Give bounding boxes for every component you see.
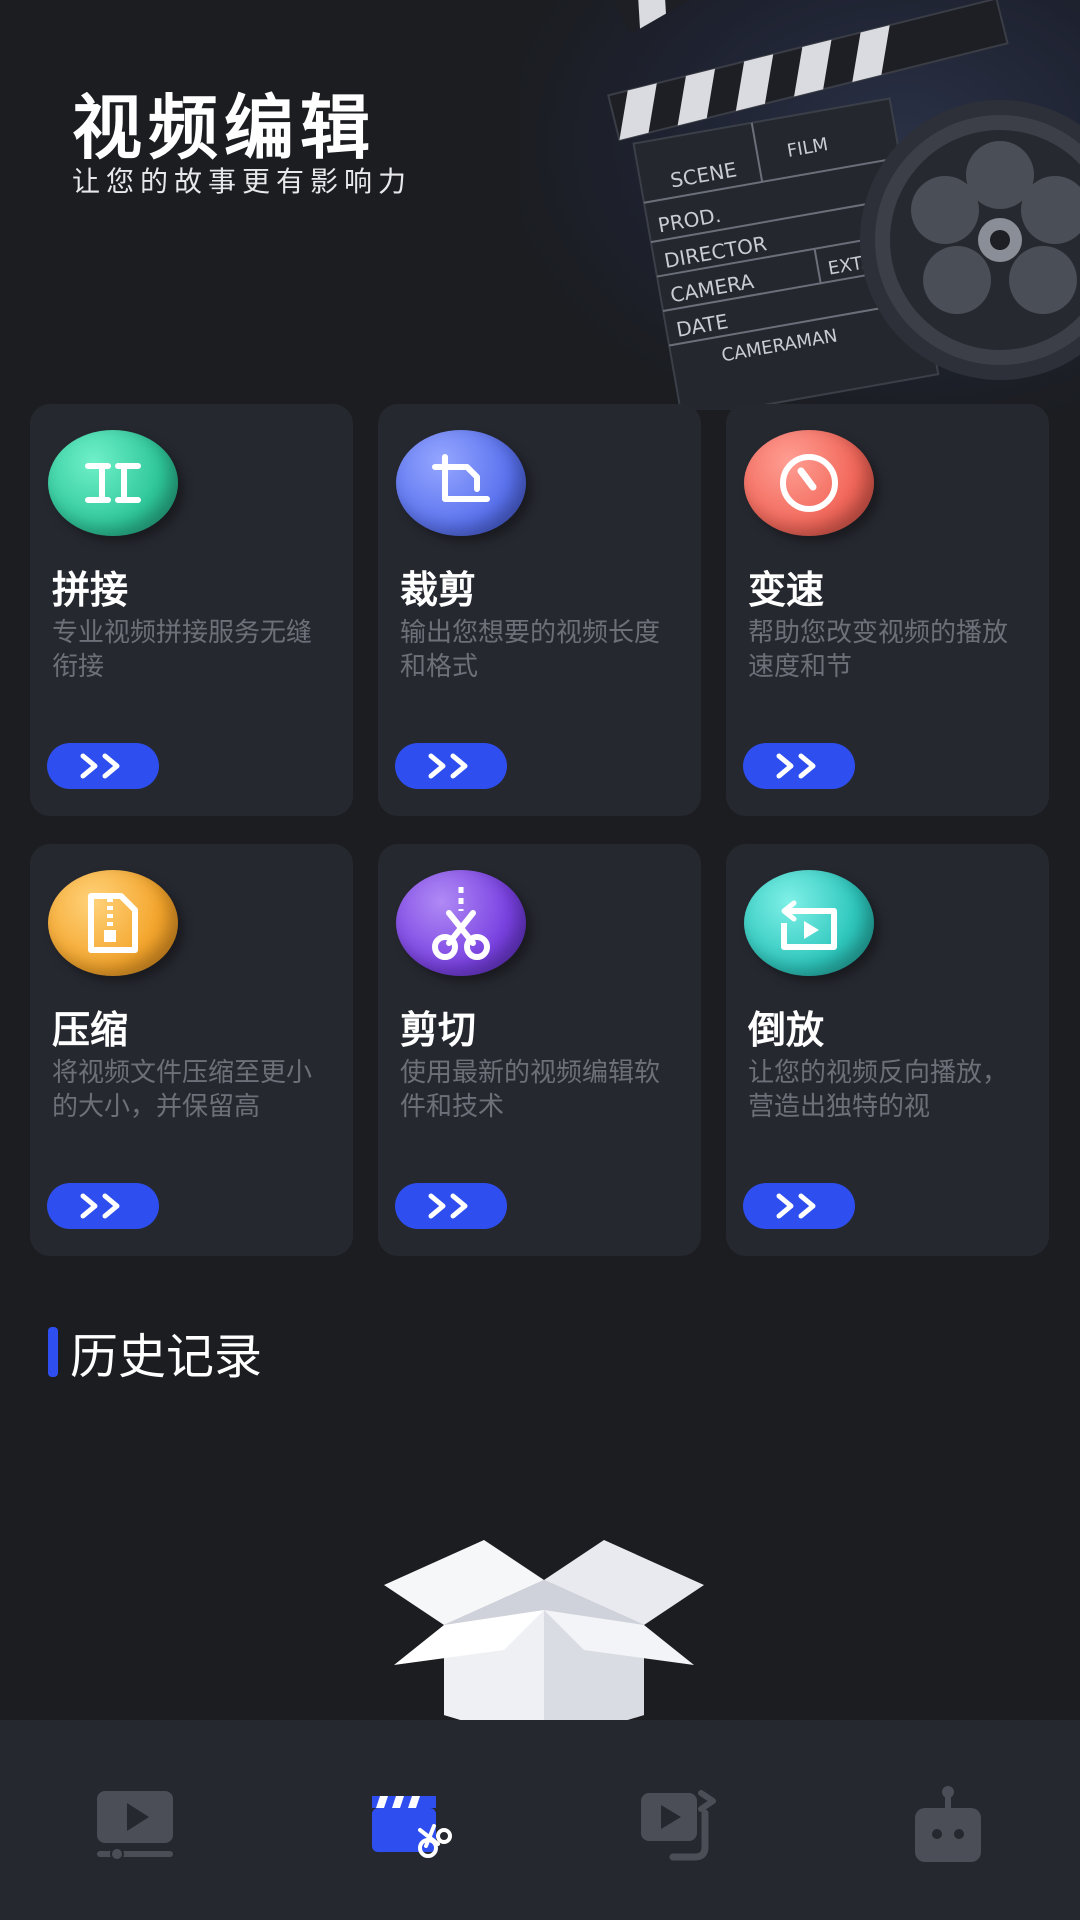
tool-description: 使用最新的视频编辑软件和技术 bbox=[400, 1058, 661, 1122]
history-title: 历史记录 bbox=[70, 1329, 263, 1385]
double-chevron-right-icon bbox=[80, 1193, 120, 1219]
tool-description: 专业视频拼接服务无缝衔接 bbox=[52, 618, 313, 682]
double-chevron-right-icon bbox=[776, 753, 816, 779]
go-button[interactable] bbox=[395, 1183, 507, 1229]
tool-name: 拼接 bbox=[52, 568, 129, 612]
page-subtitle: 让您的故事更有影响力 bbox=[72, 165, 413, 198]
tool-name: 倒放 bbox=[748, 1008, 825, 1052]
tool-card-compress[interactable]: 压缩 将视频文件压缩至更小的大小，并保留高 bbox=[30, 844, 353, 1256]
tool-card-crop[interactable]: 裁剪 输出您想要的视频长度和格式 bbox=[378, 404, 701, 816]
compress-icon bbox=[48, 870, 178, 976]
robot-icon bbox=[915, 1786, 981, 1862]
tool-name: 裁剪 bbox=[400, 568, 477, 612]
go-button[interactable] bbox=[743, 1183, 855, 1229]
nav-item-robot[interactable] bbox=[898, 1780, 998, 1870]
speed-icon bbox=[744, 430, 874, 536]
tool-card-cut[interactable]: 剪切 使用最新的视频编辑软件和技术 bbox=[378, 844, 701, 1256]
history-section-header: 历史记录 bbox=[48, 1326, 262, 1385]
go-button[interactable] bbox=[395, 743, 507, 789]
bottom-navigation bbox=[0, 1720, 1080, 1920]
empty-box-illustration bbox=[384, 1540, 704, 1730]
tool-name: 压缩 bbox=[52, 1008, 129, 1052]
tool-description: 输出您想要的视频长度和格式 bbox=[400, 618, 661, 682]
tool-card-merge[interactable]: 拼接 专业视频拼接服务无缝衔接 bbox=[30, 404, 353, 816]
double-chevron-right-icon bbox=[776, 1193, 816, 1219]
go-button[interactable] bbox=[743, 743, 855, 789]
clapperboard-film-reel-illustration: SCENE FILM PROD. DIRECTOR CAMERA EXT. DA… bbox=[607, 0, 1080, 410]
clapper-scissors-icon bbox=[372, 1796, 452, 1858]
tool-description: 让您的视频反向播放，营造出独特的视 bbox=[748, 1058, 1009, 1122]
scissors-icon bbox=[396, 870, 526, 976]
tool-description: 帮助您改变视频的播放速度和节 bbox=[748, 618, 1009, 682]
tool-card-reverse[interactable]: 倒放 让您的视频反向播放，营造出独特的视 bbox=[726, 844, 1049, 1256]
double-chevron-right-icon bbox=[80, 753, 120, 779]
double-chevron-right-icon bbox=[428, 1193, 468, 1219]
double-chevron-right-icon bbox=[428, 753, 468, 779]
section-accent-bar bbox=[48, 1327, 58, 1377]
nav-item-edit[interactable] bbox=[360, 1780, 460, 1870]
tool-description: 将视频文件压缩至更小的大小，并保留高 bbox=[52, 1058, 313, 1122]
tool-name: 剪切 bbox=[400, 1008, 477, 1052]
header-hero: SCENE FILM PROD. DIRECTOR CAMERA EXT. DA… bbox=[0, 0, 1080, 410]
video-convert-icon bbox=[641, 1790, 716, 1861]
nav-item-convert[interactable] bbox=[630, 1780, 730, 1870]
tool-card-speed[interactable]: 变速 帮助您改变视频的播放速度和节 bbox=[726, 404, 1049, 816]
go-button[interactable] bbox=[47, 1183, 159, 1229]
merge-icon bbox=[48, 430, 178, 536]
go-button[interactable] bbox=[47, 743, 159, 789]
page-title: 视频编辑 bbox=[72, 87, 376, 169]
nav-item-video[interactable] bbox=[85, 1780, 185, 1870]
video-player-icon bbox=[97, 1791, 173, 1861]
video-edit-page: SCENE FILM PROD. DIRECTOR CAMERA EXT. DA… bbox=[0, 0, 1080, 1920]
reverse-icon bbox=[744, 870, 874, 976]
crop-icon bbox=[396, 430, 526, 536]
tool-name: 变速 bbox=[748, 568, 825, 612]
